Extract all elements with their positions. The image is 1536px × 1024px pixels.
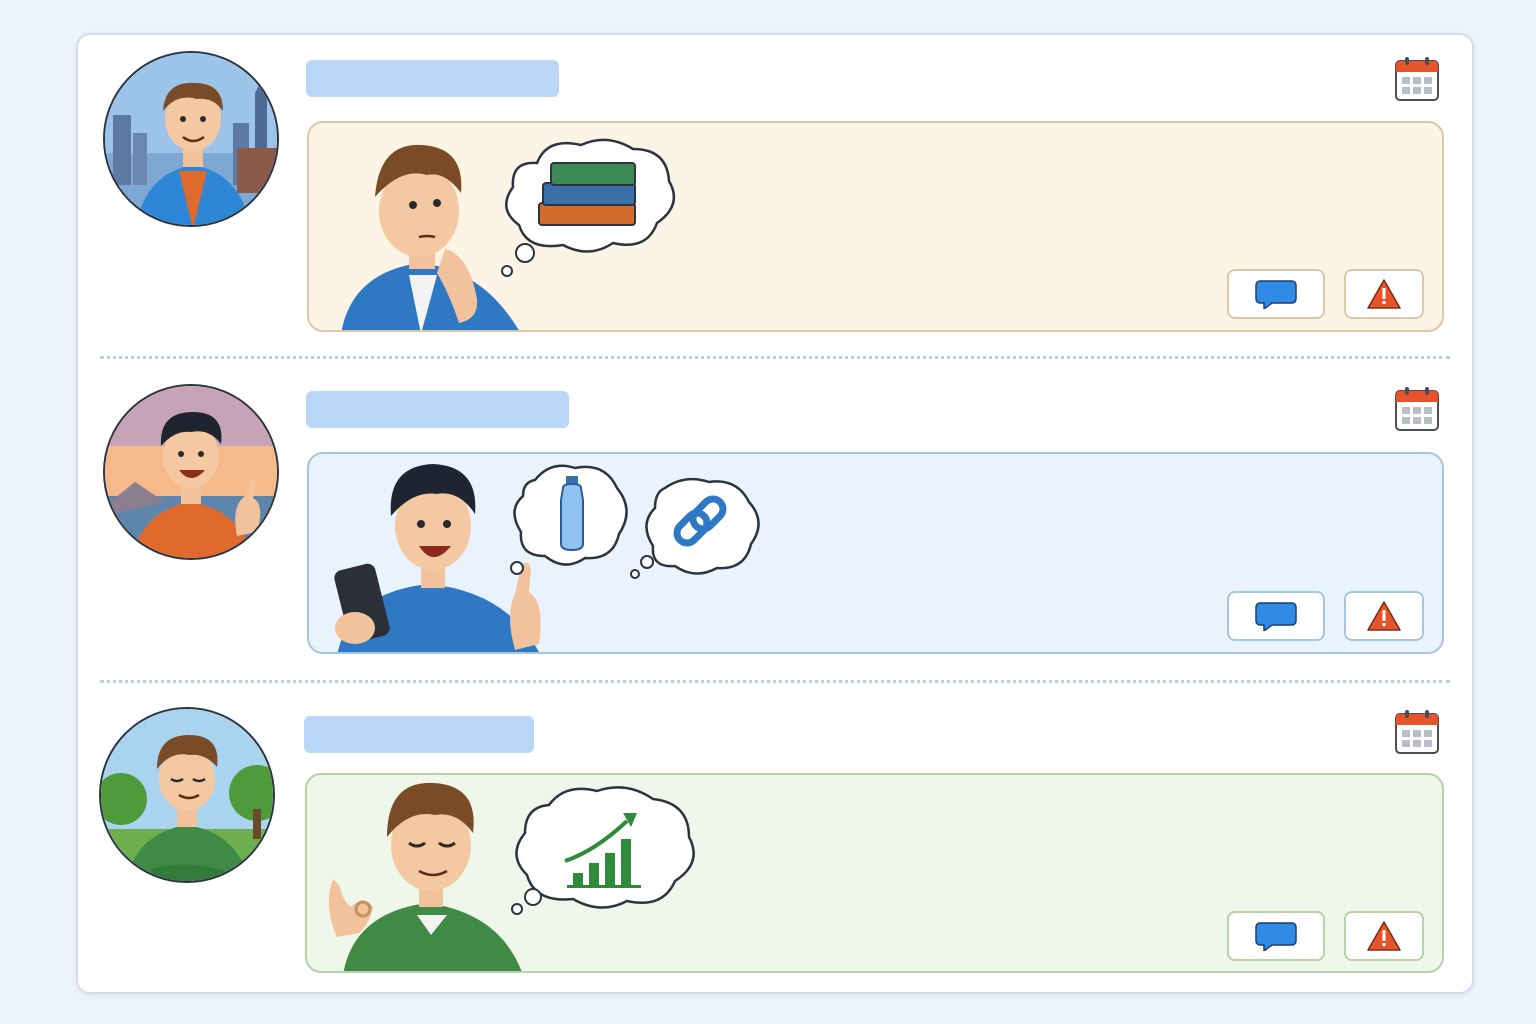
avatar[interactable] [103, 51, 279, 227]
comment-icon [1255, 280, 1297, 309]
report-warning-icon [1367, 279, 1401, 309]
comment-button[interactable] [1227, 591, 1325, 641]
report-button[interactable] [1344, 591, 1424, 641]
man-blue-hoodie-city-avatar-icon [105, 53, 277, 225]
date-button[interactable] [1394, 386, 1440, 432]
comment-icon [1255, 922, 1297, 951]
post-content-card[interactable] [305, 773, 1444, 973]
comment-button[interactable] [1227, 911, 1325, 961]
report-button[interactable] [1344, 269, 1424, 319]
man-orange-shirt-sunset-avatar-icon [105, 386, 277, 558]
man-green-hoodie-park-avatar-icon [101, 709, 273, 881]
avatar[interactable] [99, 707, 275, 883]
author-name-placeholder[interactable] [304, 716, 534, 753]
report-button[interactable] [1344, 911, 1424, 961]
post-content-card[interactable] [307, 121, 1444, 332]
water-bottle-thought-icon [510, 464, 628, 575]
comment-icon [1255, 602, 1297, 631]
date-button[interactable] [1394, 56, 1440, 102]
author-name-placeholder[interactable] [306, 60, 559, 97]
books-thought-icon [501, 138, 676, 277]
date-button[interactable] [1394, 709, 1440, 755]
calendar-icon [1395, 57, 1439, 101]
avatar[interactable] [103, 384, 279, 560]
post-divider [100, 680, 1450, 683]
calendar-icon [1395, 710, 1439, 754]
calendar-icon [1395, 387, 1439, 431]
author-name-placeholder[interactable] [306, 391, 569, 428]
link-thought-icon [630, 477, 760, 579]
post-divider [100, 356, 1450, 359]
post-content-card[interactable] [307, 452, 1444, 654]
comment-button[interactable] [1227, 269, 1325, 319]
report-warning-icon [1367, 921, 1401, 951]
report-warning-icon [1367, 601, 1401, 631]
growth-chart-thought-icon [511, 786, 695, 915]
